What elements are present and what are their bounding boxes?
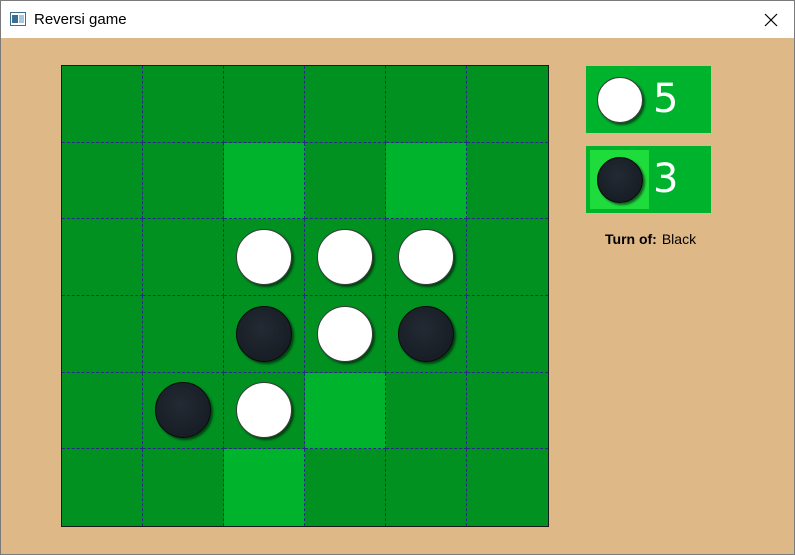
- board-cell-r0-c2[interactable]: [224, 66, 305, 143]
- board-cell-r3-c0[interactable]: [62, 295, 143, 373]
- black-score-panel: 3: [586, 146, 711, 213]
- turn-indicator: Turn of: Black: [605, 231, 696, 247]
- black-disc: [398, 305, 454, 362]
- white-disc: [236, 382, 292, 439]
- turn-label: Turn of:: [605, 231, 657, 247]
- black-disc: [236, 305, 292, 362]
- board-cell-r5-c2[interactable]: [224, 449, 305, 526]
- white-score-panel: 5: [586, 66, 711, 133]
- black-score-disc-holder-active: [590, 150, 649, 209]
- board-cell-r1-c5[interactable]: [467, 142, 548, 220]
- white-score-disc-holder: [590, 70, 649, 129]
- board-cell-r3-c2[interactable]: [224, 295, 305, 373]
- board-cell-r5-c3[interactable]: [305, 449, 386, 526]
- board-cell-r4-c5[interactable]: [467, 372, 548, 450]
- black-score-value: 3: [653, 156, 679, 202]
- close-button[interactable]: [748, 1, 794, 38]
- board-cell-r1-c3[interactable]: [305, 142, 386, 220]
- game-board: [61, 65, 549, 527]
- board-cell-r4-c2[interactable]: [224, 372, 305, 450]
- board-cell-r2-c3[interactable]: [305, 219, 386, 296]
- board-cell-r5-c1[interactable]: [143, 449, 224, 526]
- app-window-icon: [10, 12, 26, 26]
- board-cell-r1-c2[interactable]: [224, 142, 305, 220]
- board-cell-r0-c5[interactable]: [467, 66, 548, 143]
- board-cell-r3-c1[interactable]: [143, 295, 224, 373]
- white-disc-icon: [596, 76, 643, 123]
- turn-value: Black: [661, 231, 697, 247]
- board-cell-r5-c5[interactable]: [467, 449, 548, 526]
- game-area: 5 3 Turn of: Black: [1, 38, 794, 554]
- app-window: Reversi game 5 3 Turn of: Black: [0, 0, 795, 555]
- board-cell-r3-c5[interactable]: [467, 295, 548, 373]
- board-cell-r5-c4[interactable]: [386, 449, 467, 526]
- board-cell-r4-c0[interactable]: [62, 372, 143, 450]
- white-disc: [317, 305, 373, 362]
- close-icon: [764, 13, 778, 26]
- board-cell-r0-c0[interactable]: [62, 66, 143, 143]
- board-cell-r5-c0[interactable]: [62, 449, 143, 526]
- board-cell-r0-c3[interactable]: [305, 66, 386, 143]
- board-cell-r4-c1[interactable]: [143, 372, 224, 450]
- black-disc: [155, 382, 211, 439]
- board-cell-r2-c5[interactable]: [467, 219, 548, 296]
- board-cell-r4-c3[interactable]: [305, 372, 386, 450]
- board-cell-r2-c0[interactable]: [62, 219, 143, 296]
- board-cell-r2-c1[interactable]: [143, 219, 224, 296]
- board-cell-r3-c3[interactable]: [305, 295, 386, 373]
- board-cell-r2-c4[interactable]: [386, 219, 467, 296]
- white-disc: [236, 229, 292, 286]
- board-cell-r1-c1[interactable]: [143, 142, 224, 220]
- board-cell-r0-c1[interactable]: [143, 66, 224, 143]
- board-cell-r4-c4[interactable]: [386, 372, 467, 450]
- board-cell-r2-c2[interactable]: [224, 219, 305, 296]
- white-disc: [317, 229, 373, 286]
- board-cell-r3-c4[interactable]: [386, 295, 467, 373]
- white-disc: [398, 229, 454, 286]
- window-title: Reversi game: [34, 11, 127, 28]
- board-cell-r1-c4[interactable]: [386, 142, 467, 220]
- board-cell-r1-c0[interactable]: [62, 142, 143, 220]
- title-bar[interactable]: Reversi game: [1, 1, 794, 38]
- black-disc-icon: [596, 156, 643, 203]
- white-score-value: 5: [653, 76, 679, 122]
- board-cell-r0-c4[interactable]: [386, 66, 467, 143]
